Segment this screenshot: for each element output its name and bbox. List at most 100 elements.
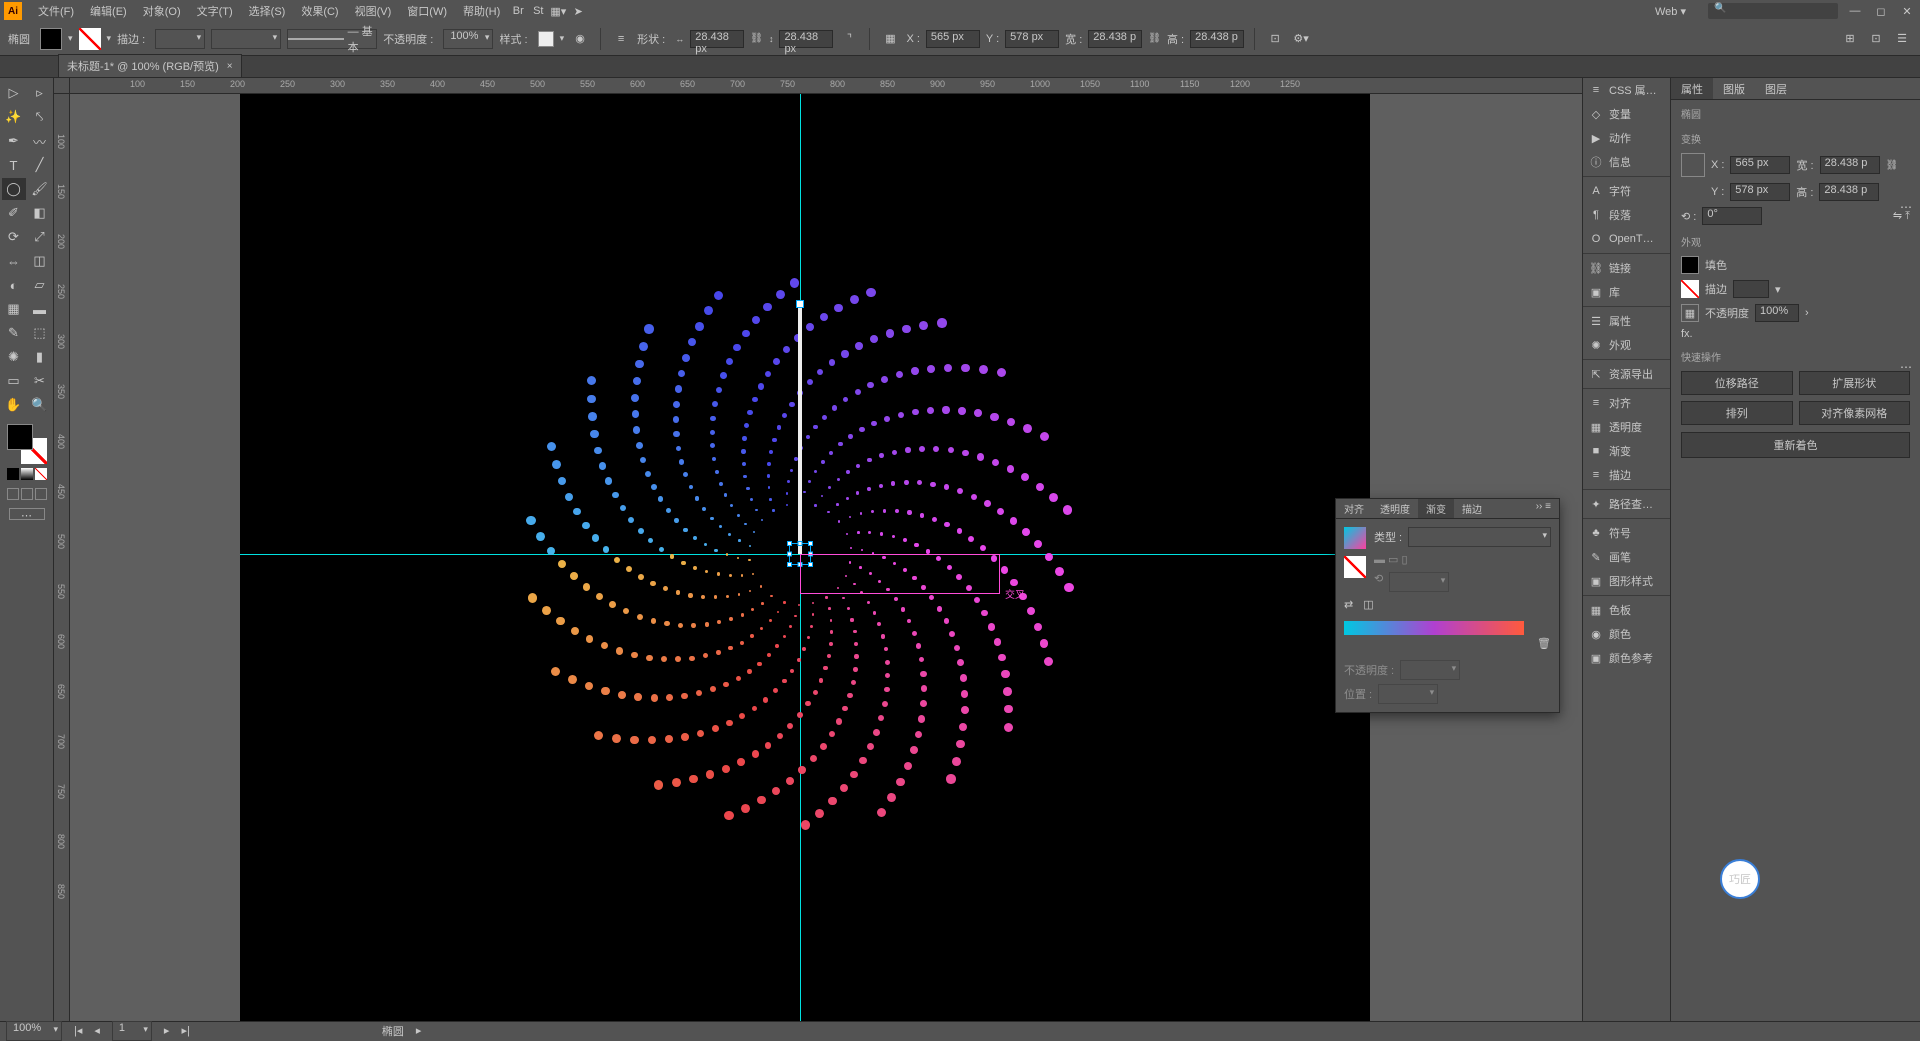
menu-window[interactable]: 窗口(W) xyxy=(399,3,455,19)
fx-label[interactable]: fx. xyxy=(1681,328,1693,340)
stop-opacity-input[interactable] xyxy=(1400,660,1460,680)
type-tool-icon[interactable]: T xyxy=(2,154,26,176)
tab-close-icon[interactable]: × xyxy=(227,61,233,72)
selection-tool-icon[interactable]: ▷ xyxy=(2,82,26,104)
menu-object[interactable]: 对象(O) xyxy=(135,3,189,19)
artboard-tool-icon[interactable]: ▭ xyxy=(2,370,26,392)
offset-path-button[interactable]: 位移路径 xyxy=(1681,371,1793,395)
menu-select[interactable]: 选择(S) xyxy=(241,3,294,19)
props-w-input[interactable]: 28.438 p xyxy=(1820,156,1880,174)
transform-icon[interactable]: ▦ xyxy=(880,29,900,49)
document-tab[interactable]: 未标题-1* @ 100% (RGB/预览) × xyxy=(58,54,242,77)
props-stroke-swatch[interactable] xyxy=(1681,280,1699,298)
pref-icon[interactable]: ⚙▾ xyxy=(1291,29,1311,49)
props-opacity-input[interactable]: 100% xyxy=(1755,304,1799,322)
props-x-input[interactable]: 565 px xyxy=(1730,156,1790,174)
dock-item[interactable]: ▣颜色参考 xyxy=(1583,646,1670,670)
bridge-icon[interactable]: Br xyxy=(508,1,528,21)
float-tab-gradient[interactable]: 渐变 xyxy=(1418,499,1454,518)
lasso-tool-icon[interactable]: ⤣ xyxy=(28,106,52,128)
artboard-nav-next-icon[interactable]: ▸ xyxy=(164,1024,170,1037)
dock-item[interactable]: ▣图形样式 xyxy=(1583,569,1670,593)
arrange-docs-icon[interactable]: ▦▾ xyxy=(548,1,568,21)
float-tab-align[interactable]: 对齐 xyxy=(1336,499,1372,518)
close-icon[interactable]: ✕ xyxy=(1898,4,1916,18)
props-h-input[interactable]: 28.438 p xyxy=(1819,183,1879,201)
aspect-ratio-icon[interactable]: ◫ xyxy=(1363,598,1373,611)
fill-swatch[interactable] xyxy=(40,28,62,50)
h-input[interactable]: 28.438 p xyxy=(1190,30,1244,48)
recolor-icon[interactable]: ◉ xyxy=(570,29,590,49)
ruler-origin[interactable] xyxy=(54,78,70,94)
corner-icon[interactable]: ⌝ xyxy=(839,29,859,49)
menu-type[interactable]: 文字(T) xyxy=(189,3,241,19)
align-icon[interactable]: ≡ xyxy=(611,29,631,49)
dock-item[interactable]: ✎画笔 xyxy=(1583,545,1670,569)
gradient-preview-swatch[interactable] xyxy=(1344,527,1366,549)
dock-item[interactable]: OOpenT… xyxy=(1583,227,1670,251)
color-proxy[interactable] xyxy=(7,424,47,464)
fill-proxy[interactable] xyxy=(7,424,33,450)
blend-end-top[interactable] xyxy=(796,300,804,308)
stop-location-input[interactable] xyxy=(1378,684,1438,704)
dock-item[interactable]: ¶段落 xyxy=(1583,203,1670,227)
dock-item[interactable]: ⓘ信息 xyxy=(1583,150,1670,174)
stroke-variable-width-dropdown[interactable] xyxy=(211,29,281,49)
transform-more-icon[interactable]: ⋯ xyxy=(1900,200,1912,214)
style-swatch[interactable] xyxy=(538,31,554,47)
workspace-switcher[interactable]: Web ▾ xyxy=(1641,5,1700,18)
ellipse-tool-icon[interactable]: ◯ xyxy=(2,178,26,200)
dock-item[interactable]: ⛓链接 xyxy=(1583,256,1670,280)
stroke-weight-input[interactable] xyxy=(155,29,205,49)
reverse-gradient-icon[interactable]: ⇄ xyxy=(1344,598,1353,611)
zoom-tool-icon[interactable]: 🔍 xyxy=(28,394,52,416)
artboard[interactable]: 交叉 xyxy=(240,94,1370,1021)
curvature-tool-icon[interactable]: 〰 xyxy=(28,130,52,152)
tab-properties[interactable]: 属性 xyxy=(1671,78,1713,99)
props-fill-swatch[interactable] xyxy=(1681,256,1699,274)
dock-item[interactable]: ≡对齐 xyxy=(1583,391,1670,415)
shape-builder-tool-icon[interactable]: ◐ xyxy=(2,274,26,296)
y-input[interactable]: 578 px xyxy=(1005,30,1059,48)
dock-item[interactable]: ▣库 xyxy=(1583,280,1670,304)
gradient-panel[interactable]: 对齐 透明度 渐变 描边 ›› ≡ 类型 : ▬ ▭ ▯ ⟲ xyxy=(1335,498,1560,713)
artboard-nav-prev-icon[interactable]: ◂ xyxy=(94,1024,100,1037)
mesh-tool-icon[interactable]: ▦ xyxy=(2,298,26,320)
eraser-tool-icon[interactable]: ◧ xyxy=(28,202,52,224)
dock-item[interactable]: ▦色板 xyxy=(1583,598,1670,622)
gradient-angle-input[interactable] xyxy=(1389,572,1449,592)
w-input[interactable]: 28.438 p xyxy=(1088,30,1142,48)
snap-point-icon[interactable]: ⊡ xyxy=(1866,29,1886,49)
appearance-more-icon[interactable]: ⋯ xyxy=(1900,360,1912,374)
stroke-profile-dropdown[interactable]: — 基本 xyxy=(287,29,377,49)
magic-wand-tool-icon[interactable]: ✨ xyxy=(2,106,26,128)
menu-help[interactable]: 帮助(H) xyxy=(455,3,508,19)
gradient-tool-icon[interactable]: ▬ xyxy=(28,298,52,320)
snap-pixel-icon[interactable]: ⊞ xyxy=(1840,29,1860,49)
artboard-nav-last-icon[interactable]: ▸| xyxy=(181,1024,189,1037)
tab-layers2[interactable]: 图层 xyxy=(1755,78,1797,99)
float-tab-stroke[interactable]: 描边 xyxy=(1454,499,1490,518)
shaper-tool-icon[interactable]: ✐ xyxy=(2,202,26,224)
shape-h-input[interactable]: 28.438 px xyxy=(779,30,833,48)
maximize-icon[interactable]: ◻ xyxy=(1872,4,1890,18)
expand-shape-button[interactable]: 扩展形状 xyxy=(1799,371,1911,395)
width-tool-icon[interactable]: ⇔ xyxy=(2,250,26,272)
props-stroke-weight-input[interactable] xyxy=(1733,280,1769,298)
dock-item[interactable]: ■渐变 xyxy=(1583,439,1670,463)
opacity-input[interactable]: 100% xyxy=(443,29,493,49)
dock-item[interactable]: ▶动作 xyxy=(1583,126,1670,150)
dock-item[interactable]: ▦透明度 xyxy=(1583,415,1670,439)
stock-icon[interactable]: St xyxy=(528,1,548,21)
dock-item[interactable]: ♣符号 xyxy=(1583,521,1670,545)
dock-item[interactable]: A字符 xyxy=(1583,179,1670,203)
arrange-button[interactable]: 排列 xyxy=(1681,401,1793,425)
isolate-icon[interactable]: ⊡ xyxy=(1265,29,1285,49)
dock-item[interactable]: ⇱资源导出 xyxy=(1583,362,1670,386)
gradient-type-dropdown[interactable] xyxy=(1408,527,1551,547)
edit-toolbar-icon[interactable]: ⋯ xyxy=(9,508,45,520)
float-tab-transparency[interactable]: 透明度 xyxy=(1372,499,1418,518)
rotate-tool-icon[interactable]: ⟳ xyxy=(2,226,26,248)
dock-item[interactable]: ◉颜色 xyxy=(1583,622,1670,646)
status-more-icon[interactable]: ▸ xyxy=(416,1024,422,1037)
